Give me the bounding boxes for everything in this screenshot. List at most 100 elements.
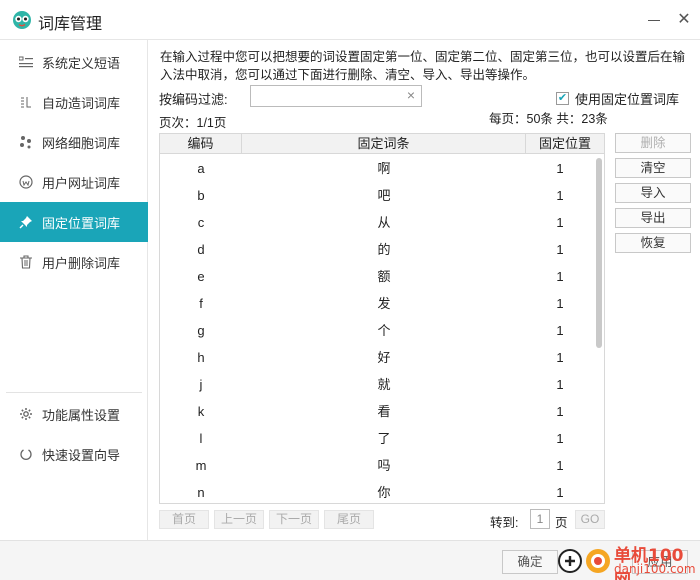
sidebar-divider	[6, 392, 142, 393]
table-row[interactable]: h 好 1	[160, 344, 594, 371]
sidebar-item-label: 自动造词词库	[42, 95, 121, 111]
cell-position: 1	[556, 350, 564, 365]
table-row[interactable]: l 了 1	[160, 425, 594, 452]
ok-button[interactable]: 确定	[502, 550, 558, 574]
sidebar-item-label: 用户网址词库	[42, 175, 121, 191]
power-icon	[18, 446, 34, 462]
title-bar: 词库管理 ✕	[0, 0, 700, 40]
watermark-url: danji100.com	[614, 562, 696, 576]
table-row[interactable]: m 吗 1	[160, 452, 594, 479]
go-button[interactable]: GO	[575, 510, 605, 529]
next-page-button[interactable]: 下一页	[269, 510, 319, 529]
main-panel: 在输入过程中您可以把想要的词设置固定第一位、固定第二位、固定第三位，也可以设置后…	[148, 40, 700, 540]
use-fixed-dict-label: 使用固定位置词库	[575, 92, 680, 107]
cell-word: 额	[377, 269, 391, 284]
clear-filter-icon[interactable]: ×	[404, 88, 418, 102]
cell-code: c	[197, 215, 205, 230]
sidebar-item-label: 快速设置向导	[42, 447, 121, 463]
cell-position: 1	[556, 242, 564, 257]
sidebar-item-label: 网络细胞词库	[42, 135, 121, 151]
dots-icon	[18, 134, 34, 150]
cell-position: 1	[556, 404, 564, 419]
page-indicator: 页次：1/1页	[159, 116, 227, 130]
cell-code: a	[197, 161, 205, 176]
cell-position: 1	[556, 377, 564, 392]
cell-code: e	[197, 269, 205, 284]
gear-icon	[18, 406, 34, 422]
cell-code: n	[197, 485, 205, 500]
per-page-info: 每页：50条 共：23条	[489, 112, 608, 126]
sidebar-item-label: 系统定义短语	[42, 55, 121, 71]
minimize-button[interactable]	[648, 20, 660, 21]
cell-word: 从	[377, 215, 391, 230]
cell-word: 了	[377, 431, 391, 446]
table-scrollbar[interactable]	[596, 158, 602, 348]
sidebar-item-label: 功能属性设置	[42, 407, 121, 423]
cell-position: 1	[556, 161, 564, 176]
cell-word: 发	[377, 296, 391, 311]
column-header-code[interactable]: 编码	[160, 134, 242, 154]
filter-input[interactable]	[250, 85, 422, 107]
table-row[interactable]: d 的 1	[160, 236, 594, 263]
web-icon	[18, 174, 34, 190]
sidebar-item-feature-settings[interactable]: 功能属性设置	[0, 394, 148, 434]
table-row[interactable]: a 啊 1	[160, 155, 594, 182]
description-text: 在输入过程中您可以把想要的词设置固定第一位、固定第二位、固定第三位，也可以设置后…	[160, 50, 686, 82]
table-row[interactable]: f 发 1	[160, 290, 594, 317]
checkbox-checked-icon[interactable]: ✔	[556, 92, 569, 105]
use-fixed-dict-toggle[interactable]: ✔ 使用固定位置词库	[556, 89, 679, 108]
cell-position: 1	[556, 323, 564, 338]
sidebar-item-url-dict[interactable]: 用户网址词库	[0, 162, 148, 202]
prev-page-button[interactable]: 上一页	[214, 510, 264, 529]
column-header-position[interactable]: 固定位置	[526, 134, 604, 154]
cell-code: b	[197, 188, 205, 203]
pin-icon	[18, 214, 34, 230]
table-row[interactable]: b 吧 1	[160, 182, 594, 209]
cell-position: 1	[556, 215, 564, 230]
cell-code: l	[199, 431, 203, 446]
table-row[interactable]: c 从 1	[160, 209, 594, 236]
sidebar-item-quick-wizard[interactable]: 快速设置向导	[0, 434, 148, 474]
sidebar-item-label: 用户删除词库	[42, 255, 121, 271]
column-header-word[interactable]: 固定词条	[242, 134, 526, 154]
table-row[interactable]: j 就 1	[160, 371, 594, 398]
text-icon	[18, 94, 34, 110]
cell-word: 看	[377, 404, 391, 419]
cell-code: d	[197, 242, 205, 257]
restore-button[interactable]: 恢复	[615, 233, 691, 253]
sidebar-item-fixed-position[interactable]: 固定位置词库	[0, 202, 148, 242]
cell-word: 吗	[377, 458, 391, 473]
first-page-button[interactable]: 首页	[159, 510, 209, 529]
fixed-words-table: 编码 固定词条 固定位置 a 啊 1 b 吧 1 c 从 1 d 的 1 e 额 1 f 发 1 g 个 1…	[159, 133, 605, 504]
import-button[interactable]: 导入	[615, 183, 691, 203]
cell-word: 你	[377, 485, 391, 500]
cell-code: k	[197, 404, 205, 419]
table-row[interactable]: e 额 1	[160, 263, 594, 290]
cell-word: 的	[377, 242, 391, 257]
watermark-logo-icon	[558, 549, 610, 573]
table-row[interactable]: n 你 1	[160, 479, 594, 503]
sidebar-item-system-phrases[interactable]: 系统定义短语	[0, 42, 148, 82]
cell-position: 1	[556, 458, 564, 473]
app-logo-icon	[13, 11, 31, 29]
goto-page-input[interactable]: 1	[530, 509, 550, 529]
footer-bar: 确定 应用 单机100网 danji100.com	[0, 540, 700, 580]
table-row[interactable]: k 看 1	[160, 398, 594, 425]
sidebar-item-label: 固定位置词库	[42, 215, 121, 231]
cell-word: 个	[377, 323, 391, 338]
export-button[interactable]: 导出	[615, 208, 691, 228]
close-button[interactable]: ✕	[676, 12, 692, 28]
delete-button[interactable]: 删除	[615, 133, 691, 153]
window-title: 词库管理	[38, 16, 103, 33]
cell-word: 啊	[377, 161, 391, 176]
last-page-button[interactable]: 尾页	[324, 510, 374, 529]
goto-page-unit: 页	[555, 516, 568, 530]
sidebar-item-cell-dict[interactable]: 网络细胞词库	[0, 122, 148, 162]
sidebar-item-auto-words[interactable]: 自动造词词库	[0, 82, 148, 122]
cell-word: 好	[377, 350, 391, 365]
sidebar-item-deleted-dict[interactable]: 用户删除词库	[0, 242, 148, 282]
clear-button[interactable]: 清空	[615, 158, 691, 178]
cell-position: 1	[556, 431, 564, 446]
goto-label: 转到:	[490, 516, 519, 530]
table-row[interactable]: g 个 1	[160, 317, 594, 344]
